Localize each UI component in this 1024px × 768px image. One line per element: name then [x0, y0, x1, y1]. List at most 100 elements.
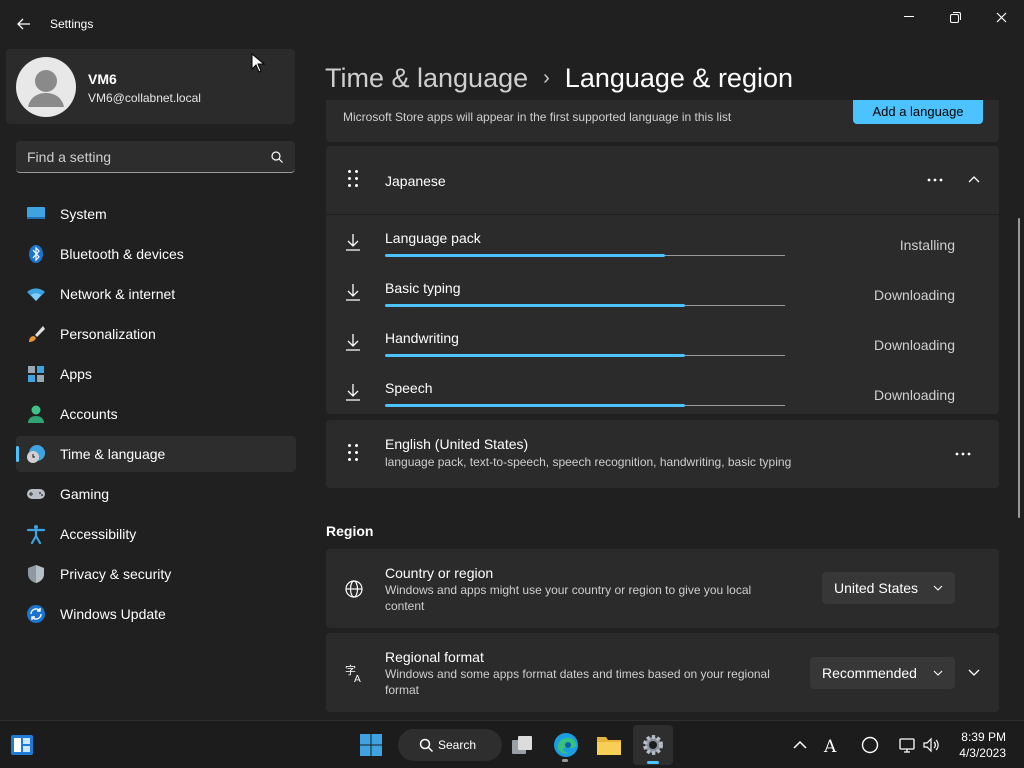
chevron-down-icon: [933, 585, 943, 591]
back-arrow-icon: [17, 18, 30, 30]
add-language-button[interactable]: Add a language: [853, 100, 983, 124]
sidebar-item-privacy[interactable]: Privacy & security: [16, 556, 296, 592]
feature-label: Handwriting: [385, 330, 459, 346]
settings-app-button[interactable]: [633, 725, 673, 765]
input-indicator-icon[interactable]: A: [821, 735, 841, 755]
more-options-icon[interactable]: [955, 452, 971, 456]
network-icon[interactable]: [898, 735, 918, 755]
start-button[interactable]: [351, 725, 391, 765]
folder-icon: [597, 737, 621, 755]
download-icon: [346, 334, 360, 351]
accounts-icon: [28, 405, 44, 423]
download-icon: [346, 284, 360, 301]
clock-time: 8:39 PM: [961, 730, 1006, 744]
restore-button[interactable]: [932, 4, 978, 30]
regional-format-description-line2: format: [385, 683, 420, 697]
progress-bar: [385, 304, 785, 308]
sidebar-item-label: Privacy & security: [60, 566, 172, 582]
sidebar-item-windows-update[interactable]: Windows Update: [16, 596, 296, 632]
sidebar-item-label: Windows Update: [60, 606, 166, 622]
profile-name: VM6: [88, 71, 117, 87]
profile-email: VM6@collabnet.local: [88, 91, 201, 105]
clock[interactable]: 8:39 PM 4/3/2023: [959, 729, 1006, 761]
chevron-up-icon[interactable]: [790, 735, 810, 755]
progress-bar: [385, 254, 785, 258]
sidebar-item-bluetooth[interactable]: Bluetooth & devices: [16, 236, 296, 272]
minimize-button[interactable]: [886, 4, 932, 30]
sidebar-item-accounts[interactable]: Accounts: [16, 396, 296, 432]
task-view-button[interactable]: [502, 725, 542, 765]
title-bar: Settings: [0, 0, 1024, 48]
language-item-english[interactable]: English (United States) language pack, t…: [326, 420, 999, 488]
chevron-down-icon: [933, 670, 943, 676]
running-app-indicator: [562, 759, 568, 762]
sidebar-item-network[interactable]: Network & internet: [16, 276, 296, 312]
feature-row-speech: Speech Downloading: [326, 370, 999, 420]
sidebar-item-label: Personalization: [60, 326, 156, 342]
widgets-icon: [11, 735, 33, 755]
breadcrumb-parent-link[interactable]: Time & language: [325, 63, 528, 94]
progress-bar: [385, 354, 785, 358]
search-input[interactable]: Find a setting: [16, 141, 295, 173]
focus-assist-icon[interactable]: [860, 735, 880, 755]
taskbar-search-button[interactable]: Search: [398, 729, 502, 761]
more-options-icon[interactable]: [927, 178, 943, 182]
mouse-cursor-icon: [251, 53, 265, 73]
country-region-description-line1: Windows and apps might use your country …: [385, 583, 752, 597]
language-features-panel: Language pack Installing Basic typing Do…: [326, 215, 999, 414]
file-explorer-button[interactable]: [589, 725, 629, 765]
gamepad-icon: [27, 489, 45, 499]
close-button[interactable]: [978, 4, 1024, 30]
sidebar-item-system[interactable]: System: [16, 196, 296, 232]
country-region-dropdown[interactable]: United States: [822, 572, 955, 604]
sidebar-item-label: Accessibility: [60, 526, 137, 542]
accessibility-icon: [26, 525, 46, 544]
avatar: [16, 57, 76, 117]
taskbar: Search A 8:39 PM 4/3/2023: [0, 720, 1024, 768]
country-region-title: Country or region: [385, 565, 494, 581]
expand-chevron-icon[interactable]: [968, 669, 980, 677]
globe-icon: [345, 580, 363, 598]
sidebar-item-time-language[interactable]: Time & language: [16, 436, 296, 472]
apps-icon: [28, 366, 44, 382]
regional-format-description-line1: Windows and some apps format dates and t…: [385, 667, 770, 681]
sidebar-item-gaming[interactable]: Gaming: [16, 476, 296, 512]
preferred-languages-description: Microsoft Store apps will appear in the …: [343, 110, 732, 124]
sidebar-item-accessibility[interactable]: Accessibility: [16, 516, 296, 552]
language-details: language pack, text-to-speech, speech re…: [385, 455, 792, 469]
window-title: Settings: [50, 17, 94, 31]
drag-handle-icon[interactable]: [348, 444, 362, 464]
paintbrush-icon: [29, 326, 45, 342]
language-item-japanese[interactable]: Japanese: [326, 146, 999, 214]
feature-label: Speech: [385, 380, 433, 396]
drag-handle-icon[interactable]: [348, 170, 362, 190]
search-icon: [271, 151, 283, 163]
feature-row-basic-typing: Basic typing Downloading: [326, 270, 999, 320]
country-region-value: United States: [834, 580, 919, 596]
user-avatar-icon: [28, 70, 64, 107]
update-icon: [27, 605, 45, 623]
regional-format-card[interactable]: 字A Regional format Windows and some apps…: [326, 633, 999, 712]
country-region-card: Country or region Windows and apps might…: [326, 549, 999, 628]
svg-text:A: A: [354, 674, 361, 684]
feature-label: Language pack: [385, 230, 481, 246]
sidebar-item-apps[interactable]: Apps: [16, 356, 296, 392]
wifi-icon: [27, 288, 45, 301]
feature-label: Basic typing: [385, 280, 461, 296]
feature-status: Installing: [899, 237, 955, 253]
chevron-up-icon[interactable]: [968, 175, 980, 183]
regional-format-title: Regional format: [385, 649, 484, 665]
sidebar-item-label: Network & internet: [60, 286, 176, 302]
download-icon: [346, 234, 360, 251]
scrollbar-thumb[interactable]: [1018, 218, 1020, 518]
sidebar-item-label: Apps: [60, 366, 92, 382]
back-button[interactable]: [10, 10, 38, 38]
widgets-button[interactable]: [2, 725, 42, 765]
regional-format-dropdown[interactable]: Recommended: [810, 657, 955, 689]
gear-icon: [643, 735, 663, 755]
shield-icon: [28, 565, 44, 583]
volume-icon[interactable]: [922, 735, 942, 755]
sidebar-item-personalization[interactable]: Personalization: [16, 316, 296, 352]
close-icon: [996, 12, 1006, 22]
page-title: Language & region: [564, 62, 793, 93]
